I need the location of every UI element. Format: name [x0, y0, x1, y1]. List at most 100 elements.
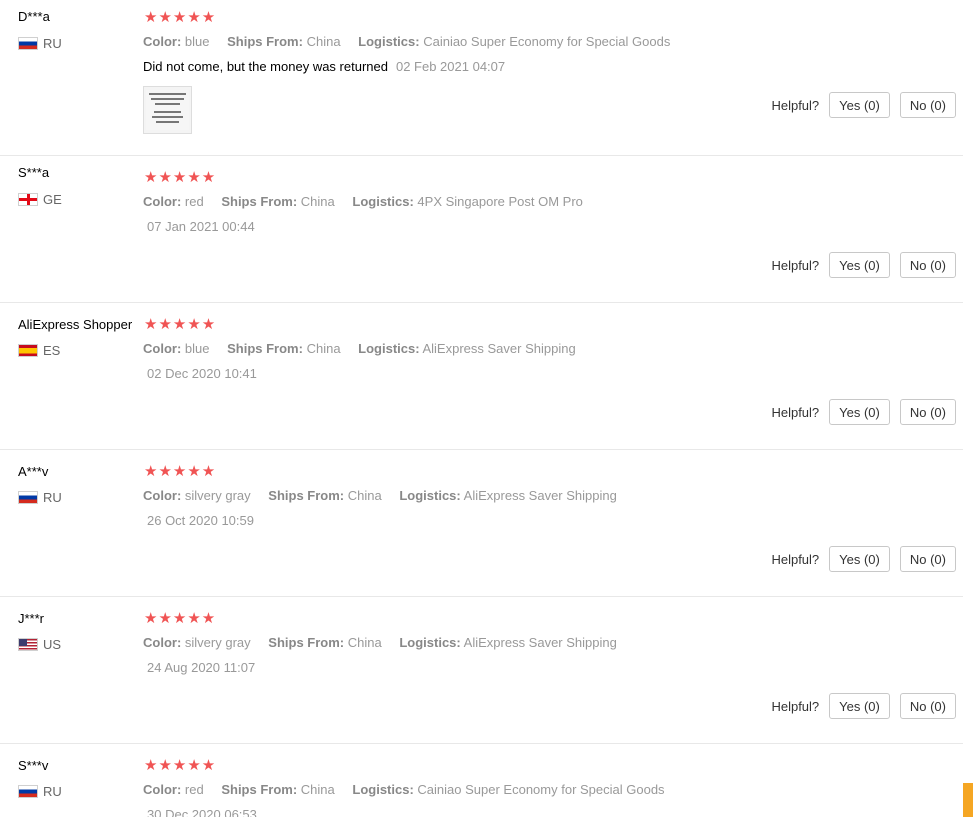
reviewer-name: D***a — [18, 9, 50, 24]
review-date: 02 Dec 2020 10:41 — [147, 366, 257, 381]
logistics-label: Logistics: — [352, 782, 414, 797]
helpful-label: Helpful? — [771, 257, 820, 273]
star-rating: ★★★★★ — [144, 610, 217, 627]
color-label: Color: — [143, 635, 182, 650]
reviewer-name: J***r — [18, 611, 45, 626]
color-label: Color: — [143, 782, 182, 797]
helpful-yes-button[interactable]: Yes (0) — [829, 252, 890, 278]
review-date: 30 Dec 2020 06:53 — [147, 807, 257, 817]
review-item: S***a GE ★★★★★ Color: red Ships From: Ch… — [0, 156, 963, 303]
logistics-label: Logistics: — [399, 635, 461, 650]
review-meta: Color: blue Ships From: China Logistics:… — [143, 34, 684, 49]
helpful-yes-button[interactable]: Yes (0) — [829, 693, 890, 719]
helpful-label: Helpful? — [771, 551, 820, 567]
color-label: Color: — [143, 34, 182, 49]
review-item: J***r US ★★★★★ Color: silvery gray Ships… — [0, 597, 963, 744]
ships-from-label: Ships From: — [268, 635, 345, 650]
reviewer-name: AliExpress Shopper — [18, 317, 133, 332]
color-value: silvery gray — [184, 635, 251, 650]
reviewer-name: S***v — [18, 758, 49, 773]
country-code: ES — [43, 343, 61, 358]
helpful-yes-button[interactable]: Yes (0) — [829, 546, 890, 572]
color-label: Color: — [143, 194, 182, 209]
review-photo-thumbnail[interactable] — [143, 86, 192, 134]
helpful-vote: Helpful? Yes (0) No (0) — [771, 546, 956, 572]
color-value: red — [184, 194, 204, 209]
reviewer-country: RU — [18, 36, 62, 51]
country-code: US — [43, 637, 62, 652]
ships-from-label: Ships From: — [221, 194, 298, 209]
logistics-label: Logistics: — [358, 34, 420, 49]
logistics-value: AliExpress Saver Shipping — [463, 488, 617, 503]
logistics-value: AliExpress Saver Shipping — [463, 635, 617, 650]
review-body: Did not come, but the money was returned — [143, 59, 388, 74]
logistics-label: Logistics: — [352, 194, 414, 209]
review-meta: Color: red Ships From: China Logistics: … — [143, 782, 679, 797]
country-code: GE — [43, 192, 62, 207]
helpful-no-button[interactable]: No (0) — [899, 399, 956, 425]
logistics-label: Logistics: — [358, 341, 420, 356]
star-rating: ★★★★★ — [144, 169, 217, 186]
helpful-yes-button[interactable]: Yes (0) — [829, 399, 890, 425]
helpful-vote: Helpful? Yes (0) No (0) — [771, 399, 956, 425]
helpful-no-button[interactable]: No (0) — [899, 693, 956, 719]
color-value: blue — [184, 34, 210, 49]
logistics-value: AliExpress Saver Shipping — [422, 341, 576, 356]
helpful-no-button[interactable]: No (0) — [899, 546, 956, 572]
helpful-vote: Helpful? Yes (0) No (0) — [771, 92, 956, 118]
color-value: blue — [184, 341, 210, 356]
helpful-yes-button[interactable]: Yes (0) — [829, 92, 890, 118]
reviewer-country: RU — [18, 490, 62, 505]
reviewer-country: US — [18, 637, 61, 652]
color-label: Color: — [143, 341, 182, 356]
reviewer-name: S***a — [18, 165, 50, 180]
ships-from-value: China — [347, 635, 382, 650]
helpful-no-button[interactable]: No (0) — [899, 252, 956, 278]
ships-from-value: China — [306, 34, 341, 49]
reviewer-country: GE — [18, 192, 62, 207]
helpful-vote: Helpful? Yes (0) No (0) — [771, 693, 956, 719]
color-value: red — [184, 782, 204, 797]
ships-from-label: Ships From: — [227, 341, 303, 356]
star-rating: ★★★★★ — [144, 9, 217, 26]
logistics-label: Logistics: — [399, 488, 461, 503]
review-meta: Color: blue Ships From: China Logistics:… — [143, 341, 590, 356]
logistics-value: Cainiao Super Economy for Special Goods — [423, 34, 671, 49]
flag-ru-icon — [18, 785, 38, 798]
star-rating: ★★★★★ — [144, 316, 217, 333]
helpful-vote: Helpful? Yes (0) No (0) — [771, 252, 956, 278]
ships-from-value: China — [306, 341, 341, 356]
reviewer-country: ES — [18, 343, 60, 358]
review-item: A***v RU ★★★★★ Color: silvery gray Ships… — [0, 450, 963, 597]
ships-from-label: Ships From: — [221, 782, 298, 797]
review-date: 24 Aug 2020 11:07 — [147, 660, 256, 675]
ships-from-label: Ships From: — [268, 488, 345, 503]
color-value: silvery gray — [184, 488, 251, 503]
flag-es-icon — [18, 344, 38, 357]
review-meta: Color: silvery gray Ships From: China Lo… — [143, 635, 631, 650]
review-item: AliExpress Shopper ES ★★★★★ Color: blue … — [0, 303, 963, 450]
ships-from-value: China — [347, 488, 382, 503]
floating-side-tab[interactable] — [963, 783, 973, 817]
review-item: D***a RU ★★★★★ Color: blue Ships From: C… — [0, 0, 963, 156]
helpful-label: Helpful? — [771, 698, 820, 714]
review-meta: Color: red Ships From: China Logistics: … — [143, 194, 597, 209]
ships-from-value: China — [300, 782, 335, 797]
review-date: 07 Jan 2021 00:44 — [147, 219, 255, 234]
reviews-list: D***a RU ★★★★★ Color: blue Ships From: C… — [0, 0, 973, 817]
flag-ru-icon — [18, 37, 38, 50]
helpful-no-button[interactable]: No (0) — [899, 92, 956, 118]
flag-ru-icon — [18, 491, 38, 504]
helpful-label: Helpful? — [771, 404, 820, 420]
country-code: RU — [43, 784, 62, 799]
flag-us-icon — [18, 638, 38, 651]
reviewer-name: A***v — [18, 464, 49, 479]
review-text: Did not come, but the money was returned… — [143, 59, 505, 74]
helpful-label: Helpful? — [771, 97, 820, 113]
logistics-value: 4PX Singapore Post OM Pro — [417, 194, 583, 209]
logistics-value: Cainiao Super Economy for Special Goods — [417, 782, 665, 797]
ships-from-label: Ships From: — [227, 34, 303, 49]
ships-from-value: China — [300, 194, 335, 209]
review-item: S***v RU ★★★★★ Color: red Ships From: Ch… — [0, 744, 963, 817]
review-meta: Color: silvery gray Ships From: China Lo… — [143, 488, 631, 503]
